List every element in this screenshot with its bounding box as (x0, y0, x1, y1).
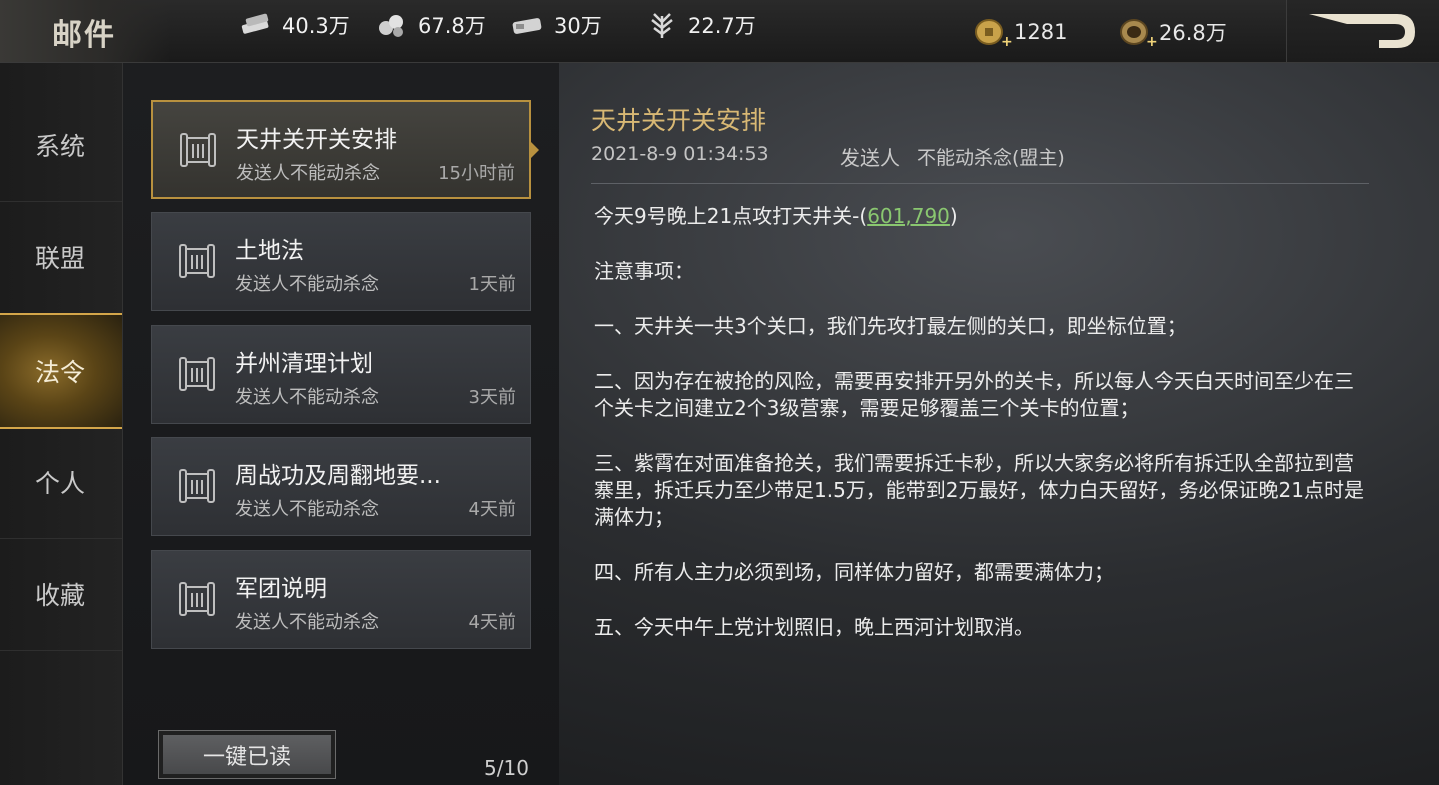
nav-item-decree[interactable]: 法令 (0, 313, 122, 429)
mail-item[interactable]: 军团说明 发送人不能动杀念 4天前 (151, 550, 531, 649)
detail-body: 今天9号晚上21点攻打天井关-(601,790) 注意事项： 一、天井关一共3个… (594, 203, 1366, 669)
scroll-icon (179, 469, 215, 503)
mail-time: 3天前 (468, 387, 516, 408)
nav-item-system[interactable]: 系统 (0, 89, 122, 202)
note-point-3: 三、紫霄在对面准备抢关，我们需要拆迁卡秒，所以大家务必将所有拆迁队全部拉到营寨里… (594, 451, 1364, 529)
iron-value: 67.8万 (418, 14, 486, 38)
mail-item[interactable]: 土地法 发送人不能动杀念 1天前 (151, 212, 531, 311)
nav-item-alliance[interactable]: 联盟 (0, 201, 122, 314)
svg-text:+: + (1146, 34, 1157, 49)
nav-item-label: 系统 (34, 132, 85, 161)
mail-subject: 天井关开关安排 (236, 127, 397, 153)
body-line-attack: 今天9号晚上21点攻打天井关-(601,790) (594, 203, 1366, 230)
attack-text-end: ) (949, 204, 958, 228)
mail-sender: 发送人不能动杀念 (235, 499, 379, 520)
note-point-1: 一、天井关一共3个关口，我们先攻打最左侧的关口，即坐标位置； (594, 314, 1187, 338)
read-all-label: 一键已读 (163, 735, 331, 774)
mail-item[interactable]: 并州清理计划 发送人不能动杀念 3天前 (151, 325, 531, 424)
note-point-4: 四、所有人主力必须到场，同样体力留好，都需要满体力； (594, 560, 1114, 584)
notes-heading: 注意事项： (594, 259, 694, 283)
grain-value: 22.7万 (688, 14, 756, 38)
mail-subject: 土地法 (235, 238, 304, 264)
note-point-5: 五、今天中午上党计划照旧，晚上西河计划取消。 (594, 615, 1034, 639)
mail-time: 1天前 (468, 274, 516, 295)
mail-sender: 发送人不能动杀念 (236, 163, 380, 184)
read-all-button[interactable]: 一键已读 (158, 730, 336, 779)
copper-coin-icon: + (975, 19, 1012, 49)
nav-item-personal[interactable]: 个人 (0, 426, 122, 539)
mail-subject: 并州清理计划 (235, 351, 373, 377)
stone-icon (512, 18, 542, 34)
detail-sender-label: 发送人 (840, 146, 900, 170)
nav-item-label: 法令 (34, 358, 85, 387)
scroll-icon (179, 244, 215, 278)
scroll-icon (179, 357, 215, 391)
page-indicator: 5/10 (484, 756, 529, 780)
mail-item[interactable]: 周战功及周翻地要... 发送人不能动杀念 4天前 (151, 437, 531, 536)
detail-title: 天井关开关安排 (591, 106, 767, 135)
stone-value: 30万 (554, 14, 602, 38)
nav-item-favorites[interactable]: 收藏 (0, 538, 122, 651)
detail-date: 2021-8-9 01:34:53 (591, 143, 769, 165)
divider (591, 183, 1369, 184)
detail-sender: 不能动杀念(盟主) (917, 147, 1065, 169)
nav-item-label: 联盟 (34, 244, 85, 273)
selected-indicator (530, 141, 539, 159)
mail-time: 15小时前 (438, 163, 515, 184)
resource-stone: 30万 (510, 8, 602, 42)
resource-wood: 40.3万 (238, 8, 350, 42)
mail-sender: 发送人不能动杀念 (235, 274, 379, 295)
mail-item[interactable]: 天井关开关安排 发送人不能动杀念 15小时前 (151, 100, 531, 199)
note-point-2: 二、因为存在被抢的风险，需要再安排开另外的关卡，所以每人今天白天时间至少在三个关… (594, 369, 1354, 420)
mail-detail: 天井关开关安排 2021-8-9 01:34:53 发送人 不能动杀念(盟主) … (560, 63, 1439, 785)
coordinate-link[interactable]: 601,790 (867, 204, 950, 228)
resource-iron: 67.8万 (374, 8, 486, 42)
attack-text: 今天9号晚上21点攻打天井关-( (594, 204, 868, 228)
mail-subject: 周战功及周翻地要... (235, 463, 441, 489)
currency-gold[interactable]: + 26.8万 (1117, 15, 1227, 49)
back-button[interactable] (1286, 0, 1439, 62)
mail-sender: 发送人不能动杀念 (235, 612, 379, 633)
iron-icon (379, 15, 403, 37)
gold-coin-icon: + (1120, 19, 1157, 49)
nav-item-label: 收藏 (34, 581, 85, 610)
wood-value: 40.3万 (282, 14, 350, 38)
wood-icon (241, 13, 269, 34)
mail-time: 4天前 (468, 499, 516, 520)
scroll-icon (179, 582, 215, 616)
scroll-icon (180, 133, 216, 167)
top-bar: 邮件 40.3万 67.8万 30万 22.7万 + 1281 + 26.8万 (0, 0, 1439, 63)
page-title: 邮件 (52, 18, 116, 53)
nav-item-label: 个人 (34, 469, 85, 498)
mail-subject: 军团说明 (235, 576, 327, 602)
mail-time: 4天前 (468, 612, 516, 633)
back-arrow-icon (1309, 14, 1415, 48)
copper-value: 1281 (1014, 20, 1068, 44)
gold-value: 26.8万 (1159, 21, 1227, 45)
svg-text:+: + (1001, 34, 1012, 49)
mail-screen: 邮件 40.3万 67.8万 30万 22.7万 + 1281 + 26.8万 … (0, 0, 1439, 785)
currency-copper[interactable]: + 1281 (972, 15, 1067, 49)
grain-icon (651, 13, 673, 38)
resource-grain: 22.7万 (644, 8, 756, 42)
mail-sender: 发送人不能动杀念 (235, 387, 379, 408)
